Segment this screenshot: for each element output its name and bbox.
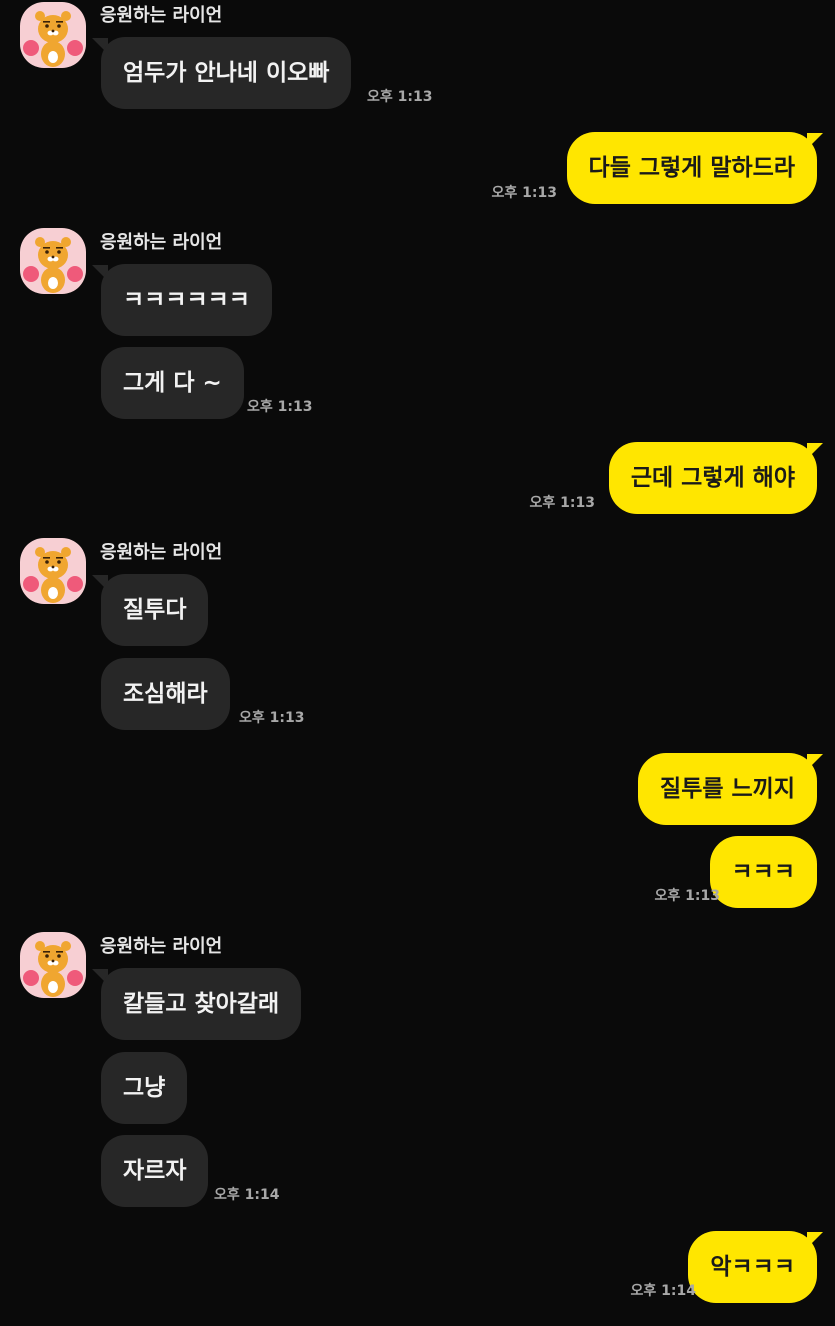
sender-name: 응원하는 라이언 — [100, 542, 223, 563]
incoming-message-bubble[interactable]: 질투다 — [101, 574, 209, 646]
incoming-message-bubble[interactable]: 칼들고 찾아갈래 — [101, 968, 302, 1040]
sender-avatar[interactable] — [20, 538, 86, 604]
message-timestamp: 오후 1:14 — [630, 1283, 696, 1299]
message-timestamp: 오후 1:14 — [214, 1187, 280, 1203]
incoming-message-bubble[interactable]: ㅋㅋㅋㅋㅋㅋ — [101, 264, 272, 336]
message-timestamp: 오후 1:13 — [529, 495, 595, 511]
ryan-cheering-icon — [23, 237, 83, 293]
message-timestamp: 오후 1:13 — [491, 185, 557, 201]
sender-avatar[interactable] — [20, 228, 86, 294]
incoming-message-bubble[interactable]: 그게 다 ~ — [101, 347, 244, 419]
ryan-cheering-icon — [23, 941, 83, 997]
incoming-message-bubble[interactable]: 조심해라 — [101, 658, 230, 730]
message-timestamp: 오후 1:13 — [247, 399, 313, 415]
message-timestamp: 오후 1:13 — [654, 888, 720, 904]
incoming-message-bubble[interactable]: 그냥 — [101, 1052, 188, 1124]
outgoing-message-bubble[interactable]: 악ㅋㅋㅋ — [688, 1231, 817, 1303]
incoming-message-bubble[interactable]: 자르자 — [101, 1135, 209, 1207]
message-timestamp: 오후 1:13 — [239, 710, 305, 726]
sender-avatar[interactable] — [20, 932, 86, 998]
outgoing-message-bubble[interactable]: 질투를 느끼지 — [638, 753, 817, 825]
ryan-cheering-icon — [23, 547, 83, 603]
sender-avatar[interactable] — [20, 2, 86, 68]
outgoing-message-bubble[interactable]: 다들 그렇게 말하드라 — [566, 132, 817, 204]
sender-name: 응원하는 라이언 — [100, 232, 223, 253]
sender-name: 응원하는 라이언 — [100, 5, 223, 26]
ryan-cheering-icon — [23, 11, 83, 67]
message-timestamp: 오후 1:13 — [367, 89, 433, 105]
sender-name: 응원하는 라이언 — [100, 936, 223, 957]
outgoing-message-bubble[interactable]: ㅋㅋㅋ — [709, 836, 817, 908]
outgoing-message-bubble[interactable]: 근데 그렇게 해야 — [608, 442, 817, 514]
incoming-message-bubble[interactable]: 엄두가 안나네 이오빠 — [101, 37, 352, 109]
